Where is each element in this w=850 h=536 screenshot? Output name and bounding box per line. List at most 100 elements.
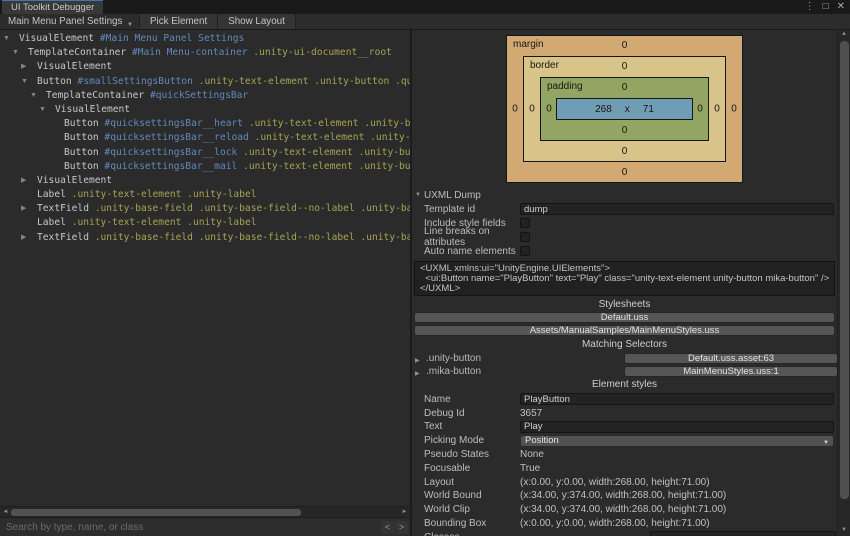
picking-mode-dropdown[interactable]: Position ▼ [520,435,834,447]
style-label: Classes [424,532,520,536]
checkbox[interactable] [520,246,530,256]
style-label: Debug Id [424,408,520,419]
style-value-field[interactable] [520,421,834,433]
stylesheet-button[interactable]: Assets/ManualSamples/MainMenuStyles.uss [414,325,835,336]
style-row: World Bound(x:34.00, y:374.00, width:268… [412,489,837,503]
foldout-closed-icon[interactable]: ▶ [21,60,26,74]
tree-item-classes: .unity-ui-document__root [248,47,392,58]
tree-row[interactable]: ▶TextField .unity-base-field .unity-base… [0,231,410,245]
tree-row[interactable]: ▶TextField .unity-base-field .unity-base… [0,202,410,216]
search-prev-button[interactable]: < [381,521,394,534]
tree-row[interactable]: ▼ Button #smallSettingsButton .unity-text… [0,75,410,89]
tree-row[interactable]: ▼TemplateContainer #quickSettingsBar [0,89,410,103]
close-icon[interactable]: ✕ [837,0,845,14]
vertical-scrollbar[interactable]: ▲ ▼ [837,30,850,536]
show-layout-button[interactable]: Show Layout [218,14,296,29]
tree-item-classes: .unity-text-element .unity-button . [237,147,410,158]
chevron-down-icon: ▼ [823,438,829,448]
tree-row[interactable]: Button #quicksettingsBar__heart .unity-t… [0,117,410,131]
tree-item-classes: .unity-text-element .unity-button .quick… [193,76,410,87]
tree-row[interactable]: Button #quicksettingsBar__mail .unity-te… [0,160,410,174]
style-row: Debug Id3657 [412,406,837,420]
scroll-down-icon[interactable]: ▼ [838,527,850,533]
tree-item-type: VisualElement [55,104,130,115]
vertical-scroll-thumb[interactable] [840,41,849,499]
panel-picker-label: Main Menu Panel Settings [8,16,122,27]
foldout-open-icon[interactable]: ▼ [39,103,46,117]
panel-picker-dropdown[interactable]: Main Menu Panel Settings ▼ [0,14,140,29]
search-next-button[interactable]: > [395,521,408,534]
window-menu-icon[interactable]: ⋮ [805,0,815,14]
horizontal-scroll-thumb[interactable] [11,509,301,516]
checkbox[interactable] [520,232,530,242]
style-row: Classes [412,530,837,536]
scroll-left-icon[interactable]: ◄ [1,508,10,517]
style-value-text: 3657 [520,408,542,419]
foldout-closed-icon[interactable]: ▶ [21,231,26,245]
maximize-icon[interactable]: □ [823,0,829,14]
foldout-closed-icon[interactable]: ▶ [21,174,26,188]
tree-row[interactable]: ▶ VisualElement [0,60,410,74]
tree-item-type: Button [64,147,99,158]
tree-item-type: VisualElement [37,175,112,186]
stylesheet-button[interactable]: Default.uss [414,312,835,323]
tree-item-name: #quicksettingsBar__reload [99,132,249,143]
uxml-options: Include style fieldsLine breaks on attri… [412,216,837,258]
tree-item-name: #smallSettingsButton [72,76,193,87]
style-row: Text [412,420,837,434]
selector-source-button[interactable]: Default.uss.asset:63 [624,353,837,364]
foldout-open-icon[interactable]: ▼ [30,89,37,103]
window-tab[interactable]: UI Toolkit Debugger [2,0,103,14]
padding-left-value: 0 [541,104,557,115]
style-value-text: (x:0.00, y:0.00, width:268.00, height:71… [520,518,710,529]
classes-field[interactable] [650,531,836,536]
foldout-closed-icon[interactable]: ▶ [415,368,420,381]
style-value-text: True [520,463,540,474]
border-top-value: 0 [524,61,725,72]
tree-item-type: VisualElement [37,61,112,72]
margin-bottom-value: 0 [507,167,742,178]
template-id-field[interactable] [520,203,834,215]
tree-row[interactable]: ▼TemplateContainer #Main Menu-container … [0,46,410,60]
scroll-up-icon[interactable]: ▲ [838,31,850,37]
selector-name: .unity-button [426,353,481,364]
tree-item-type: Button [37,76,72,87]
foldout-closed-icon[interactable]: ▶ [21,202,26,216]
uxml-code-block[interactable]: <UXML xmlns:ui="UnityEngine.UIElements">… [414,261,835,296]
element-tree: ▼VisualElement #Main Menu Panel Settings… [0,30,410,506]
tree-item-name: #Main Menu-container [126,47,247,58]
uxml-code-line: <ui:Button name="PlayButton" text="Play"… [420,274,829,284]
matching-selectors-header: Matching Selectors [412,338,837,352]
tree-row[interactable]: Label .unity-text-element .unity-label [0,216,410,230]
foldout-open-icon[interactable]: ▼ [415,192,421,198]
tree-item-type: Label [37,217,66,228]
search-input[interactable] [6,519,366,535]
tree-item-name: #quicksettingsBar__mail [99,161,238,172]
dropdown-value: Position [525,435,559,446]
tree-item-classes: .unity-text-element .unity-label [66,217,257,228]
uxml-dump-foldout[interactable]: ▼ UXML Dump [412,188,837,202]
margin-left-value: 0 [507,104,523,115]
tree-row[interactable]: Button #quicksettingsBar__reload .unity-… [0,131,410,145]
search-bar: < > [0,517,410,536]
foldout-open-icon[interactable]: ▼ [3,32,10,46]
style-value-field[interactable] [520,393,834,405]
selector-source-button[interactable]: MainMenuStyles.uss:1 [624,366,837,377]
tree-row[interactable]: ▼ VisualElement [0,103,410,117]
scroll-right-icon[interactable]: ► [400,508,409,517]
padding-bottom-value: 0 [541,125,708,136]
tree-row[interactable]: Label .unity-text-element .unity-label [0,188,410,202]
checkbox[interactable] [520,218,530,228]
style-row: Layout(x:0.00, y:0.00, width:268.00, hei… [412,475,837,489]
foldout-open-icon[interactable]: ▼ [21,75,28,89]
foldout-open-icon[interactable]: ▼ [12,46,19,60]
tree-row[interactable]: ▶ VisualElement [0,174,410,188]
stylesheet-list: Default.uss Assets/ManualSamples/MainMenu… [412,312,837,336]
style-row: FocusableTrue [412,461,837,475]
tree-row[interactable]: Button #quicksettingsBar__lock .unity-te… [0,146,410,160]
tree-item-classes: .unity-base-field .unity-base-field--no-… [89,203,410,214]
pick-element-button[interactable]: Pick Element [140,14,218,29]
tree-item-name: #quicksettingsBar__heart [99,118,243,129]
tree-row[interactable]: ▼VisualElement #Main Menu Panel Settings [0,32,410,46]
horizontal-scrollbar[interactable]: ◄ ► [0,506,410,517]
